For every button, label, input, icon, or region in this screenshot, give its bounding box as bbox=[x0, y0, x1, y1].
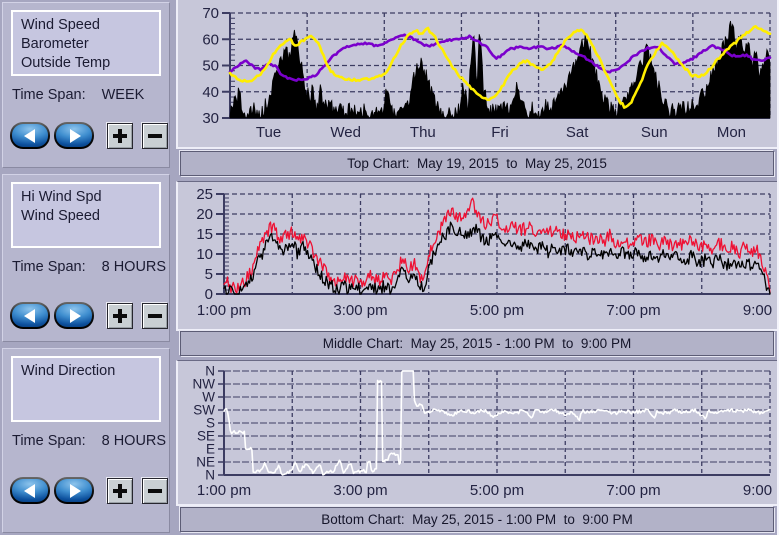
right-arrow-icon bbox=[56, 124, 92, 147]
scroll-forward-button[interactable] bbox=[54, 302, 94, 329]
middle-chart-control-section: Hi Wind SpdWind Speed Time Span: 8 HOURS bbox=[2, 174, 170, 342]
svg-text:5: 5 bbox=[205, 266, 213, 283]
legend-item: Hi Wind Spd bbox=[21, 188, 151, 207]
zoom-out-button[interactable] bbox=[142, 303, 168, 329]
middle-chart-canvas[interactable]: 0 5 10 15 20 25 1:00 pm 3:00 pm 5:00 pm 7:00 pm 9:… bbox=[176, 181, 779, 331]
time-span-value: 8 HOURS bbox=[102, 259, 166, 275]
svg-text:15: 15 bbox=[196, 226, 213, 243]
scroll-back-button[interactable] bbox=[10, 477, 50, 504]
time-span-label: Time Span: bbox=[12, 259, 86, 275]
legend-item: Barometer bbox=[21, 35, 151, 54]
svg-text:30: 30 bbox=[202, 110, 219, 127]
middle-chart-controls bbox=[10, 302, 168, 329]
bottom-chart-caption: Bottom Chart: May 25, 2015 - 1:00 PM to … bbox=[180, 507, 774, 532]
time-span-value: 8 HOURS bbox=[102, 433, 166, 449]
top-chart-canvas[interactable]: 30 40 50 60 70 Tue Wed Thu Fri Sat Sun Mon bbox=[176, 0, 779, 149]
svg-text:Sat: Sat bbox=[566, 124, 589, 141]
svg-text:50: 50 bbox=[202, 58, 219, 75]
svg-text:NW: NW bbox=[193, 377, 216, 392]
svg-text:9:00 pm: 9:00 pm bbox=[743, 302, 779, 319]
svg-text:E: E bbox=[206, 442, 215, 457]
middle-chart-caption: Middle Chart: May 25, 2015 - 1:00 PM to … bbox=[180, 331, 774, 356]
time-span-row: Time Span: WEEK bbox=[12, 87, 144, 103]
zoom-in-button[interactable] bbox=[107, 478, 133, 504]
svg-text:7:00 pm: 7:00 pm bbox=[606, 482, 660, 499]
svg-text:Thu: Thu bbox=[410, 124, 436, 141]
svg-text:0: 0 bbox=[205, 286, 213, 303]
svg-text:SE: SE bbox=[197, 429, 215, 444]
legend-item: Wind Direction bbox=[21, 362, 151, 381]
svg-text:3:00 pm: 3:00 pm bbox=[333, 302, 387, 319]
middle-chart-legend-box[interactable]: Hi Wind SpdWind Speed bbox=[11, 182, 161, 248]
scroll-forward-button[interactable] bbox=[54, 122, 94, 149]
minus-icon bbox=[148, 134, 162, 138]
svg-text:Mon: Mon bbox=[717, 124, 746, 141]
top-chart-caption: Top Chart: May 19, 2015 to May 25, 2015 bbox=[180, 151, 774, 176]
zoom-out-button[interactable] bbox=[142, 123, 168, 149]
zoom-in-button[interactable] bbox=[107, 303, 133, 329]
svg-text:1:00 pm: 1:00 pm bbox=[197, 482, 251, 499]
left-arrow-icon bbox=[12, 304, 48, 327]
svg-text:N: N bbox=[205, 364, 215, 379]
svg-text:40: 40 bbox=[202, 84, 219, 101]
svg-text:20: 20 bbox=[196, 206, 213, 223]
svg-text:5:00 pm: 5:00 pm bbox=[470, 482, 524, 499]
svg-text:NE: NE bbox=[196, 455, 215, 470]
top-chart-legend-box[interactable]: Wind SpeedBarometerOutside Temp bbox=[11, 10, 161, 76]
svg-text:25: 25 bbox=[196, 186, 213, 203]
zoom-out-button[interactable] bbox=[142, 478, 168, 504]
time-span-label: Time Span: bbox=[12, 433, 86, 449]
svg-text:5:00 pm: 5:00 pm bbox=[470, 302, 524, 319]
scroll-back-button[interactable] bbox=[10, 302, 50, 329]
svg-text:70: 70 bbox=[202, 5, 219, 22]
minus-icon bbox=[148, 314, 162, 318]
svg-text:Sun: Sun bbox=[641, 124, 668, 141]
svg-text:W: W bbox=[202, 390, 215, 405]
scroll-back-button[interactable] bbox=[10, 122, 50, 149]
svg-text:1:00 pm: 1:00 pm bbox=[197, 302, 251, 319]
svg-text:Wed: Wed bbox=[330, 124, 361, 141]
top-chart-control-section: Wind SpeedBarometerOutside Temp Time Spa… bbox=[2, 2, 170, 168]
scroll-forward-button[interactable] bbox=[54, 477, 94, 504]
bottom-chart-canvas[interactable]: NNEESESSWWNWN1:00 pm3:00 pm5:00 pm7:00 p… bbox=[176, 360, 779, 506]
left-arrow-icon bbox=[12, 124, 48, 147]
svg-text:3:00 pm: 3:00 pm bbox=[333, 482, 387, 499]
zoom-in-button[interactable] bbox=[107, 123, 133, 149]
svg-text:10: 10 bbox=[196, 246, 213, 263]
svg-text:S: S bbox=[206, 416, 215, 431]
svg-text:Fri: Fri bbox=[491, 124, 509, 141]
time-span-row: Time Span: 8 HOURS bbox=[12, 259, 166, 275]
time-span-row: Time Span: 8 HOURS bbox=[12, 433, 166, 449]
left-arrow-icon bbox=[12, 479, 48, 502]
legend-item: Wind Speed bbox=[21, 16, 151, 35]
svg-text:Tue: Tue bbox=[256, 124, 281, 141]
bottom-chart-legend-box[interactable]: Wind Direction bbox=[11, 356, 161, 422]
svg-text:9:00 pm: 9:00 pm bbox=[743, 482, 779, 499]
minus-icon bbox=[148, 489, 162, 493]
svg-text:60: 60 bbox=[202, 31, 219, 48]
time-span-value: WEEK bbox=[102, 87, 145, 103]
bottom-chart-control-section: Wind Direction Time Span: 8 HOURS bbox=[2, 348, 170, 533]
right-arrow-icon bbox=[56, 479, 92, 502]
top-chart-controls bbox=[10, 122, 168, 149]
legend-item: Outside Temp bbox=[21, 54, 151, 73]
svg-text:7:00 pm: 7:00 pm bbox=[606, 302, 660, 319]
bottom-chart-controls bbox=[10, 477, 168, 504]
time-span-label: Time Span: bbox=[12, 87, 86, 103]
svg-text:N: N bbox=[205, 468, 215, 483]
svg-text:SW: SW bbox=[193, 403, 215, 418]
right-arrow-icon bbox=[56, 304, 92, 327]
legend-item: Wind Speed bbox=[21, 207, 151, 226]
